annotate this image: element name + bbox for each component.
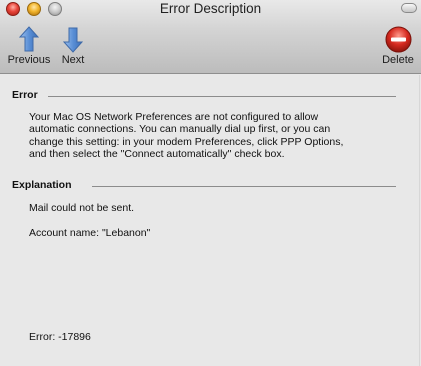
- previous-button[interactable]: Previous: [6, 26, 52, 66]
- error-heading: Error: [12, 89, 38, 101]
- explanation-message: Mail could not be sent.: [29, 202, 135, 214]
- delete-label: Delete: [382, 54, 414, 66]
- next-button[interactable]: Next: [56, 26, 90, 66]
- explanation-divider: [92, 186, 396, 187]
- delete-button[interactable]: Delete: [380, 26, 416, 66]
- arrow-down-icon: [63, 27, 83, 53]
- error-line: automatic connections. You can manually …: [29, 123, 331, 136]
- error-code: Error: -17896: [29, 331, 91, 343]
- error-line: and then select the "Connect automatical…: [29, 148, 285, 161]
- error-line: change this setting: in your modem Prefe…: [29, 135, 344, 148]
- explanation-heading: Explanation: [12, 179, 72, 191]
- title-toolbar: Error Description Previous Next Delete: [0, 0, 421, 74]
- error-divider: [48, 96, 396, 97]
- delete-icon: [385, 26, 411, 53]
- arrow-up-icon: [19, 26, 39, 52]
- error-message: Your Mac OS Network Preferences are not …: [29, 111, 399, 161]
- window-title: Error Description: [159, 1, 262, 16]
- error-description-window: Error Description Previous Next Delete E…: [0, 0, 421, 366]
- account-name: Account name: "Lebanon": [29, 227, 151, 239]
- previous-label: Previous: [7, 54, 51, 66]
- error-line: Your Mac OS Network Preferences are not …: [29, 111, 319, 123]
- next-label: Next: [61, 54, 85, 66]
- error-details-panel: Error Your Mac OS Network Preferences ar…: [0, 75, 421, 366]
- toolbar-toggle-button[interactable]: [401, 3, 417, 13]
